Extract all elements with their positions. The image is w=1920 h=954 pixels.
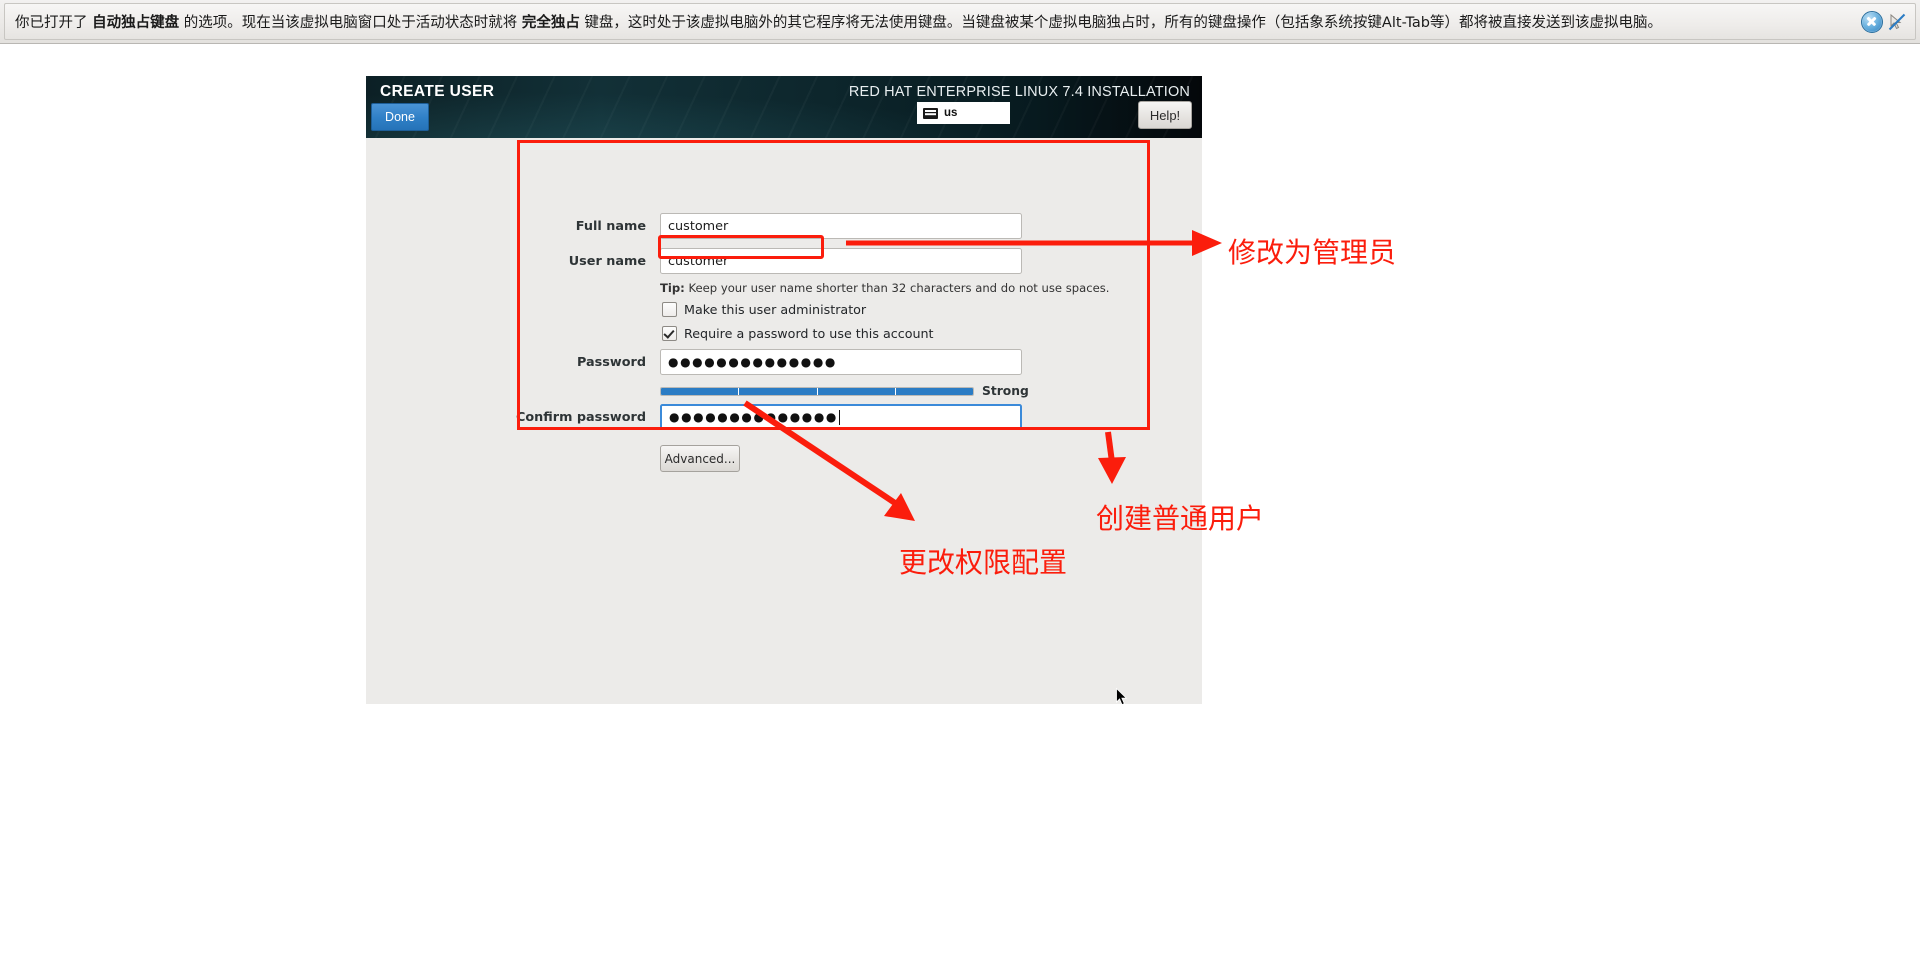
password-label: Password bbox=[577, 354, 646, 370]
full-name-row: Full name customer bbox=[476, 213, 1022, 239]
strength-segment bbox=[895, 387, 973, 395]
done-button[interactable]: Done bbox=[371, 103, 429, 131]
confirm-password-label: Confirm password bbox=[516, 409, 646, 425]
keyboard-layout-label: us bbox=[944, 107, 958, 119]
user-name-input[interactable]: customer bbox=[660, 248, 1022, 274]
annotation-label-create-normal-user: 创建普通用户 bbox=[1096, 502, 1265, 535]
close-circle-icon[interactable] bbox=[1861, 10, 1883, 33]
require-password-checkbox[interactable] bbox=[662, 326, 677, 341]
notification-bar-inner: 你已打开了 自动独占键盘 的选项。现在当该虚拟电脑窗口处于活动状态时就将 完全独… bbox=[4, 3, 1916, 40]
product-title: RED HAT ENTERPRISE LINUX 7.4 INSTALLATIO… bbox=[848, 84, 1190, 100]
tip-prefix: Tip: bbox=[660, 281, 685, 295]
user-name-label: User name bbox=[568, 253, 646, 269]
strength-segment bbox=[739, 387, 818, 395]
page-title: CREATE USER bbox=[380, 83, 495, 100]
password-row: Password ●●●●●●●●●●●●●● bbox=[476, 349, 1022, 375]
password-input[interactable]: ●●●●●●●●●●●●●● bbox=[660, 349, 1022, 375]
help-button[interactable]: Help! bbox=[1138, 101, 1192, 129]
confirm-password-input[interactable]: ●●●●●●●●●●●●●● bbox=[660, 404, 1022, 430]
require-password-label: Require a password to use this account bbox=[684, 326, 934, 341]
password-strength-meter bbox=[660, 386, 974, 396]
no-entry-pointer-icon[interactable] bbox=[1887, 12, 1907, 32]
confirm-password-row: Confirm password ●●●●●●●●●●●●●● bbox=[476, 404, 1022, 430]
keyboard-icon bbox=[923, 107, 938, 119]
annotation-label-change-permission: 更改权限配置 bbox=[899, 546, 1068, 579]
full-name-input[interactable]: customer bbox=[660, 213, 1022, 239]
user-name-tip: Tip: Keep your user name shorter than 32… bbox=[660, 281, 1109, 295]
strength-segment bbox=[817, 387, 896, 395]
strength-segment bbox=[661, 387, 740, 395]
require-password-checkbox-row[interactable]: Require a password to use this account bbox=[662, 326, 934, 341]
anaconda-installer-window: CREATE USER RED HAT ENTERPRISE LINUX 7.4… bbox=[366, 76, 1202, 704]
make-administrator-label: Make this user administrator bbox=[684, 302, 867, 317]
advanced-button[interactable]: Advanced... bbox=[660, 445, 740, 472]
keyboard-layout-indicator[interactable]: us bbox=[917, 102, 1010, 124]
tip-body: Keep your user name shorter than 32 char… bbox=[684, 281, 1110, 295]
keyboard-capture-message: 你已打开了 自动独占键盘 的选项。现在当该虚拟电脑窗口处于活动状态时就将 完全独… bbox=[15, 15, 1663, 31]
password-value: ●●●●●●●●●●●●●● bbox=[668, 355, 837, 369]
notification-bar-actions bbox=[1861, 10, 1907, 33]
password-strength-indicator: Strong bbox=[660, 384, 1029, 398]
password-strength-label: Strong bbox=[982, 384, 1029, 398]
make-administrator-checkbox[interactable] bbox=[662, 302, 677, 317]
text-caret bbox=[839, 409, 840, 425]
virtualbox-notification-bar: 你已打开了 自动独占键盘 的选项。现在当该虚拟电脑窗口处于活动状态时就将 完全独… bbox=[0, 0, 1920, 44]
make-administrator-checkbox-row[interactable]: Make this user administrator bbox=[662, 302, 866, 317]
full-name-label: Full name bbox=[575, 218, 646, 234]
user-name-row: User name customer bbox=[476, 248, 1022, 274]
annotation-label-make-admin: 修改为管理员 bbox=[1228, 236, 1397, 269]
installer-header: CREATE USER RED HAT ENTERPRISE LINUX 7.4… bbox=[366, 76, 1202, 138]
confirm-password-value: ●●●●●●●●●●●●●● bbox=[669, 410, 838, 424]
create-user-form: Full name customer User name customer Ti… bbox=[366, 138, 1202, 704]
